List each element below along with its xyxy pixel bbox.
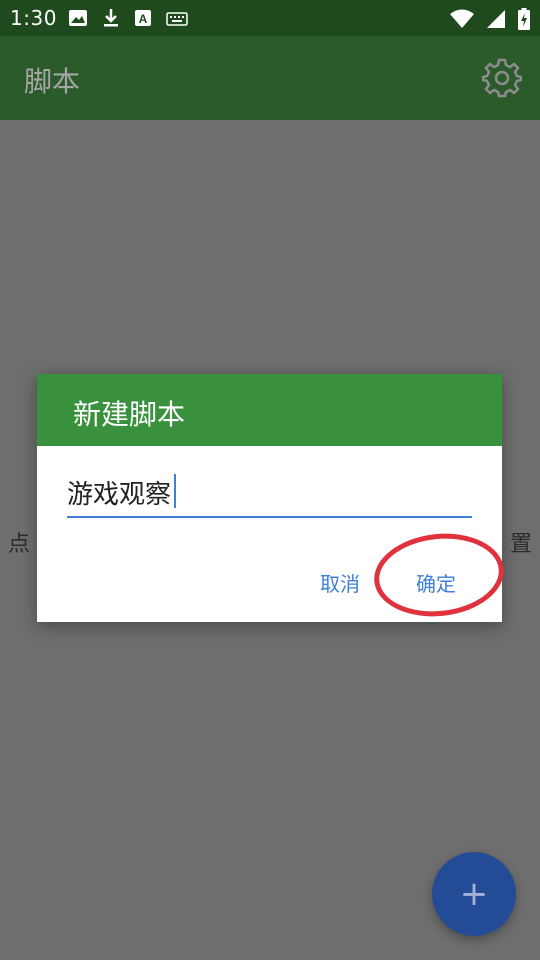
cancel-button[interactable]: 取消 (320, 568, 360, 597)
plus-icon: + (459, 874, 489, 914)
app-title: 脚本 (24, 65, 81, 98)
status-left-icons: A (68, 8, 188, 32)
add-script-button[interactable]: + (432, 852, 516, 936)
new-script-dialog: 新建脚本 游戏观察 取消 确定 (37, 374, 508, 623)
app-bar: 脚本 (0, 36, 540, 120)
dialog-header: 新建脚本 (37, 374, 502, 446)
cell-signal-icon (486, 9, 506, 33)
text-a-icon: A (134, 9, 152, 31)
text-caret (174, 474, 176, 508)
battery-icon (518, 8, 530, 34)
dialog-title: 新建脚本 (73, 398, 186, 431)
status-right-icons (450, 8, 530, 34)
gear-icon[interactable] (481, 58, 523, 98)
svg-text:A: A (139, 12, 148, 26)
script-name-input[interactable]: 游戏观察 (67, 472, 472, 518)
status-bar: 1:30 A (0, 0, 540, 36)
status-time: 1:30 (10, 6, 57, 30)
wifi-icon (450, 9, 474, 33)
keyboard-icon (166, 11, 188, 30)
image-icon (68, 8, 88, 32)
script-name-value[interactable]: 游戏观察 (67, 474, 171, 511)
download-icon (102, 8, 120, 32)
confirm-button[interactable]: 确定 (416, 568, 456, 597)
background-hint-left: 点 (8, 532, 31, 557)
background-hint-right: 置 (509, 532, 532, 557)
